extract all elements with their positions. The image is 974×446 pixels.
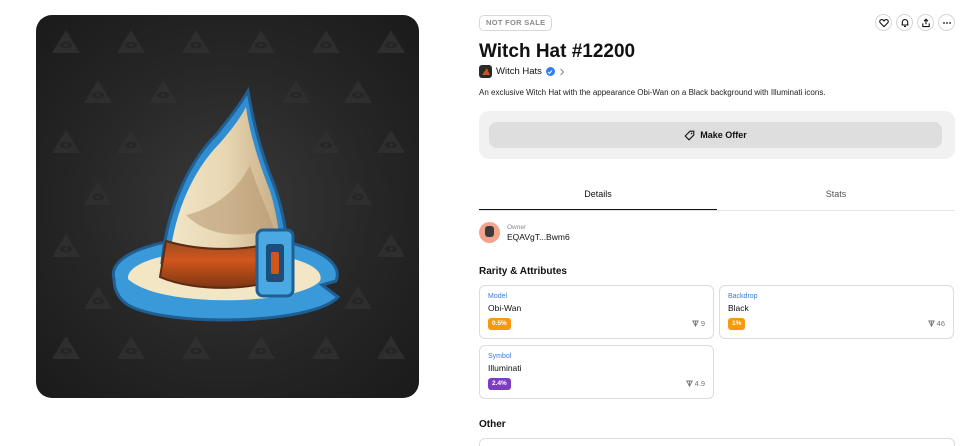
collection-thumbnail bbox=[479, 65, 492, 78]
detail-tabs: Details Stats bbox=[479, 183, 955, 211]
tag-icon bbox=[684, 130, 695, 141]
bell-icon[interactable] bbox=[896, 14, 913, 31]
collection-link[interactable]: Witch Hats bbox=[479, 65, 565, 78]
floor-price: 9 bbox=[691, 319, 705, 328]
ton-icon bbox=[927, 320, 935, 327]
rarity-badge: 2.4% bbox=[488, 378, 511, 390]
attribute-value: Illuminati bbox=[488, 363, 522, 373]
collection-name: Witch Hats bbox=[496, 66, 542, 77]
attribute-value: Black bbox=[728, 303, 749, 313]
more-icon[interactable] bbox=[938, 14, 955, 31]
rarity-badge: 1% bbox=[728, 318, 746, 330]
attribute-type: Model bbox=[488, 293, 508, 300]
make-offer-label: Make Offer bbox=[700, 130, 747, 140]
floor-price: 4.9 bbox=[685, 379, 705, 388]
floor-value: 9 bbox=[700, 319, 705, 328]
nft-detail-panel: NOT FOR SALE Witch Hat #12200 Witch Hats… bbox=[479, 0, 955, 446]
floor-value: 4.9 bbox=[694, 379, 705, 388]
page-title: Witch Hat #12200 bbox=[479, 41, 636, 62]
chevron-right-icon bbox=[560, 68, 565, 75]
action-icons bbox=[875, 14, 955, 31]
attribute-type: Symbol bbox=[488, 353, 512, 360]
attribute-card-backdrop[interactable]: Backdrop Black 1% 46 bbox=[719, 285, 954, 339]
attribute-card-model[interactable]: Model Obi-Wan 0.5% 9 bbox=[479, 285, 714, 339]
owner-address: EQAVgT...Bwm6 bbox=[507, 231, 570, 242]
rarity-badge: 0.5% bbox=[488, 318, 511, 330]
nft-description: An exclusive Witch Hat with the appearan… bbox=[479, 88, 826, 97]
rarity-attributes-heading: Rarity & Attributes bbox=[479, 266, 567, 277]
attribute-type: Backdrop bbox=[728, 293, 758, 300]
heart-icon[interactable] bbox=[875, 14, 892, 31]
avatar bbox=[479, 222, 500, 243]
verified-icon bbox=[545, 67, 555, 76]
owner-label: Owner bbox=[507, 223, 527, 231]
floor-price: 46 bbox=[927, 319, 945, 328]
make-offer-button[interactable]: Make Offer bbox=[489, 122, 942, 148]
floor-value: 46 bbox=[936, 319, 945, 328]
status-badge: NOT FOR SALE bbox=[479, 15, 553, 31]
owner-info[interactable]: Owner EQAVgT...Bwm6 bbox=[479, 222, 570, 243]
ton-icon bbox=[691, 320, 699, 327]
witch-hat-image bbox=[52, 30, 405, 359]
nft-artwork[interactable] bbox=[36, 15, 419, 398]
other-section-card bbox=[479, 438, 955, 446]
attribute-value: Obi-Wan bbox=[488, 303, 522, 313]
other-heading: Other bbox=[479, 419, 506, 430]
ton-icon bbox=[685, 380, 693, 387]
offer-container: Make Offer bbox=[479, 111, 955, 159]
attribute-card-symbol[interactable]: Symbol Illuminati 2.4% 4.9 bbox=[479, 345, 714, 399]
tab-stats[interactable]: Stats bbox=[717, 183, 955, 210]
tab-details[interactable]: Details bbox=[479, 183, 717, 210]
share-icon[interactable] bbox=[917, 14, 934, 31]
